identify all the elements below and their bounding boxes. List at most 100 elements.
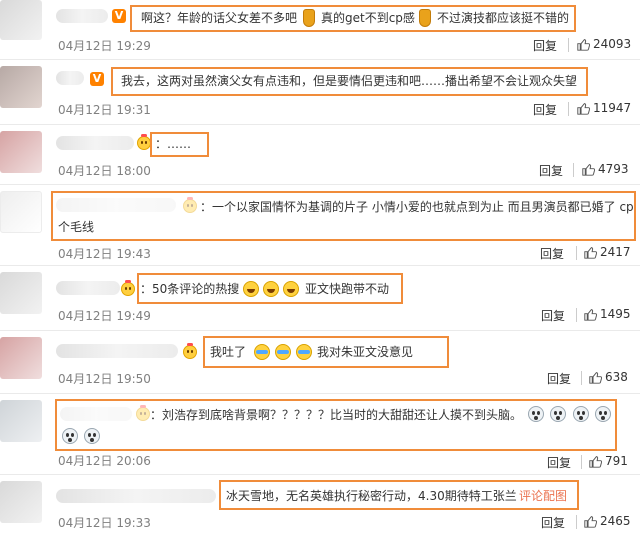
like-count: 11947 [593,101,632,115]
like-count: 24093 [593,37,632,51]
comment-date: 04月12日 20:06 [58,454,151,468]
comment-text: 我去，这两对虽然演父女有点违和，但是要情侣更违和吧……播出希望不会让观众失望 [121,74,578,88]
shocked-emoji-icon [550,406,566,422]
reply-button[interactable]: 回复 [533,101,557,118]
comment-row: ：一个以家国情怀为基调的片子 小情小爱的也就点到为止 而且男演员都已婚了 cp … [0,187,640,263]
username[interactable] [56,281,120,295]
comment-row: V 啊这？年龄的话父女差不多吧 真的get不到cp感 不过演技都应该挺不错的 0… [0,0,640,58]
avatar[interactable] [0,66,42,108]
comment-date: 04月12日 19:31 [58,103,151,117]
divider-bar [573,163,574,177]
comment-text: 我吐了 [210,345,247,359]
comment-date: 04月12日 19:43 [58,247,151,261]
comment-text: ：…… [155,137,192,151]
avatar[interactable] [0,337,42,379]
crying-emoji-icon [296,344,312,360]
divider [0,330,640,331]
like-icon[interactable] [582,163,595,176]
username[interactable] [56,136,134,150]
crown-badge-icon [121,280,135,296]
crown-badge-icon [137,134,151,150]
divider-bar [568,38,569,52]
divider-bar [581,455,582,469]
comment-text: ：刘浩存到底啥背景啊？？？？？比当时的大甜甜还让人摸不到头脑。 [150,408,523,422]
medal-emoji-icon [419,9,431,27]
comment-row: V 我去，这两对虽然演父女有点违和，但是要情侣更违和吧……播出希望不会让观众失望… [0,62,640,124]
divider [0,59,640,60]
comment-text-part: 不过演技都应该挺不错的 [437,11,570,25]
like-count: 2417 [600,245,631,259]
avatar[interactable] [0,191,42,233]
reply-button[interactable]: 回复 [541,514,565,531]
reply-button[interactable]: 回复 [541,307,565,324]
like-icon[interactable] [584,308,597,321]
like-count: 791 [605,454,628,468]
comment-row: ：50条评论的热搜 亚文快跑带不动 04月12日 19:49 回复 1495 [0,268,640,330]
like-icon[interactable] [584,515,597,528]
reply-button[interactable]: 回复 [547,454,571,471]
like-icon[interactable] [584,246,597,259]
divider [0,474,640,475]
like-icon[interactable] [577,38,590,51]
divider-bar [568,102,569,116]
comment-date: 04月12日 19:49 [58,309,151,323]
like-count: 4793 [598,162,629,176]
laugh-emoji-icon [243,281,259,297]
comment-text-part: 我对朱亚文没意见 [317,345,414,359]
crown-badge-icon [183,343,197,359]
comment-text-part: 亚文快跑带不动 [305,282,390,296]
comment-text: ：一个以家国情怀为基调的片子 小情小爱的也就点到为止 而且男演员都已婚了 cp [200,200,634,214]
avatar[interactable] [0,131,42,173]
username[interactable] [56,344,178,358]
divider-bar [576,515,577,529]
vip-badge-icon: V [90,72,104,86]
divider-bar [581,371,582,385]
comment-row: 我吐了 我对朱亚文没意见 04月12日 19:50 回复 638 [0,333,640,392]
username[interactable] [56,489,216,503]
like-count: 638 [605,370,628,384]
comment-text-part: 真的get不到cp感 [321,11,415,25]
reply-button[interactable]: 回复 [533,37,557,54]
laugh-emoji-icon [283,281,299,297]
like-icon[interactable] [589,371,602,384]
comment-row: ：刘浩存到底啥背景啊？？？？？比当时的大甜甜还让人摸不到头脑。 04月12日 2… [0,396,640,472]
comment-image-link[interactable]: 评论配图 [519,488,567,504]
shocked-emoji-icon [62,428,78,444]
comment-row: ：…… 04月12日 18:00 回复 4793 [0,127,640,184]
avatar[interactable] [0,481,42,523]
medal-emoji-icon [303,9,315,27]
vip-badge-icon: V [112,9,126,23]
divider [0,265,640,266]
avatar[interactable] [0,0,42,40]
username[interactable] [56,9,108,23]
like-count: 2465 [600,514,631,528]
comment-text: ：50条评论的热搜 [140,282,240,296]
shocked-emoji-icon [595,406,611,422]
reply-button[interactable]: 回复 [547,370,571,387]
reply-button[interactable]: 回复 [540,245,564,262]
comment-text-part: 个毛线 [58,220,95,234]
divider-bar [576,308,577,322]
avatar[interactable] [0,400,42,442]
divider [0,393,640,394]
comment-text: 冰天雪地，无名英雄执行秘密行动，4.30期待特工张兰 [226,489,517,503]
shocked-emoji-icon [573,406,589,422]
divider [0,184,640,185]
comment-date: 04月12日 19:33 [58,516,151,530]
comment-date: 04月12日 18:00 [58,164,151,178]
comment-date: 04月12日 19:29 [58,39,151,53]
crying-emoji-icon [254,344,270,360]
username[interactable] [56,71,84,85]
reply-button[interactable]: 回复 [539,162,563,179]
shocked-emoji-icon [84,428,100,444]
like-icon[interactable] [589,455,602,468]
laugh-emoji-icon [263,281,279,297]
avatar[interactable] [0,272,42,314]
comment-date: 04月12日 19:50 [58,372,151,386]
divider [0,124,640,125]
comment-text: 啊这？年龄的话父女差不多吧 [141,11,298,25]
shocked-emoji-icon [528,406,544,422]
comment-row: 冰天雪地，无名英雄执行秘密行动，4.30期待特工张兰 评论配图 04月12日 1… [0,477,640,539]
like-icon[interactable] [577,102,590,115]
like-count: 1495 [600,307,631,321]
